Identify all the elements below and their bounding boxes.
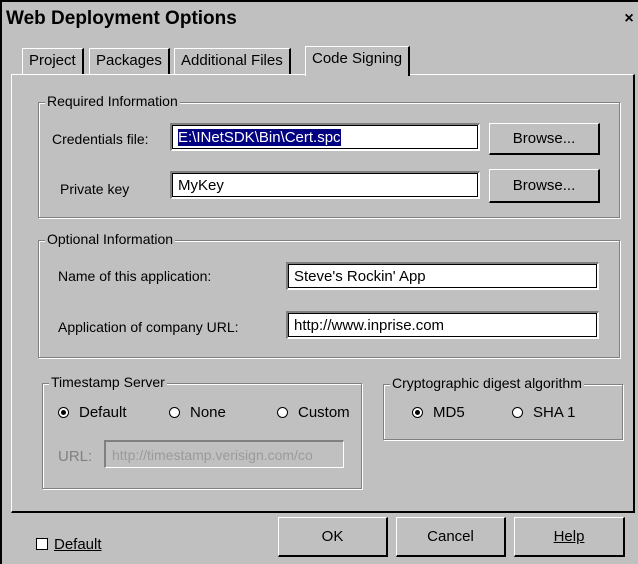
help-label: Help xyxy=(553,528,585,545)
digest-sha1-radio[interactable]: SHA 1 xyxy=(512,404,576,421)
tab-code-signing[interactable]: Code Signing xyxy=(305,46,411,76)
tab-project[interactable]: Project xyxy=(22,48,84,74)
browse-private-key-button[interactable]: Browse... xyxy=(489,169,600,203)
radio-label: Default xyxy=(79,404,127,421)
dialog-window: Web Deployment Options × Project Package… xyxy=(0,0,638,564)
private-key-field[interactable]: MyKey xyxy=(170,171,480,199)
timestamp-default-radio[interactable]: Default xyxy=(58,404,127,421)
default-checkbox-label: Default xyxy=(54,536,102,553)
browse-label: Browse... xyxy=(512,177,576,194)
title-bar[interactable]: Web Deployment Options × xyxy=(2,2,638,34)
ok-button[interactable]: OK xyxy=(278,517,388,557)
radio-selected-icon xyxy=(58,407,69,418)
radio-label: MD5 xyxy=(433,404,465,421)
app-name-value: Steve's Rockin' App xyxy=(294,268,426,285)
radio-label: None xyxy=(190,404,226,421)
timestamp-custom-radio[interactable]: Custom xyxy=(277,404,350,421)
tab-label: Project xyxy=(29,52,76,69)
browse-credentials-button[interactable]: Browse... xyxy=(489,123,600,155)
radio-label: SHA 1 xyxy=(533,404,576,421)
credentials-file-field[interactable]: E:\INetSDK\Bin\Cert.spc xyxy=(170,123,480,151)
app-name-label: Name of this application: xyxy=(58,268,212,284)
tab-additional-files[interactable]: Additional Files xyxy=(174,48,291,74)
timestamp-url-value: http://timestamp.verisign.com/co xyxy=(112,447,313,463)
timestamp-url-label: URL: xyxy=(58,448,93,465)
required-info-legend: Required Information xyxy=(45,93,180,109)
tab-label: Packages xyxy=(96,52,162,69)
digest-md5-radio[interactable]: MD5 xyxy=(412,404,465,421)
timestamp-server-legend: Timestamp Server xyxy=(49,374,167,390)
help-button[interactable]: Help xyxy=(514,517,625,557)
company-url-value: http://www.inprise.com xyxy=(294,317,445,334)
radio-unselected-icon xyxy=(277,407,288,418)
digest-algorithm-legend: Cryptographic digest algorithm xyxy=(390,375,584,391)
browse-label: Browse... xyxy=(512,130,576,147)
radio-unselected-icon xyxy=(512,407,523,418)
cancel-label: Cancel xyxy=(427,528,474,545)
ok-label: OK xyxy=(321,528,344,545)
optional-info-legend: Optional Information xyxy=(45,231,176,247)
credentials-file-value: E:\INetSDK\Bin\Cert.spc xyxy=(178,129,341,146)
app-name-field[interactable]: Steve's Rockin' App xyxy=(286,262,599,290)
tab-label: Code Signing xyxy=(312,50,403,67)
credentials-file-label: Credentials file: xyxy=(52,131,149,147)
close-icon[interactable]: × xyxy=(620,10,638,28)
tab-label: Additional Files xyxy=(181,52,283,69)
company-url-label: Application of company URL: xyxy=(58,319,239,335)
checkbox-icon xyxy=(36,538,48,550)
radio-label: Custom xyxy=(298,404,350,421)
timestamp-none-radio[interactable]: None xyxy=(169,404,226,421)
timestamp-server-group: Timestamp Server xyxy=(42,374,362,489)
radio-selected-icon xyxy=(412,407,423,418)
default-checkbox[interactable]: Default xyxy=(36,536,102,553)
company-url-field[interactable]: http://www.inprise.com xyxy=(286,311,599,339)
window-title: Web Deployment Options xyxy=(6,8,237,29)
cancel-button[interactable]: Cancel xyxy=(396,517,506,557)
private-key-value: MyKey xyxy=(178,177,224,194)
timestamp-url-field: http://timestamp.verisign.com/co xyxy=(104,440,344,468)
optional-info-group: Optional Information xyxy=(38,231,620,358)
tab-packages[interactable]: Packages xyxy=(89,48,170,74)
private-key-label: Private key xyxy=(60,181,130,197)
radio-unselected-icon xyxy=(169,407,180,418)
